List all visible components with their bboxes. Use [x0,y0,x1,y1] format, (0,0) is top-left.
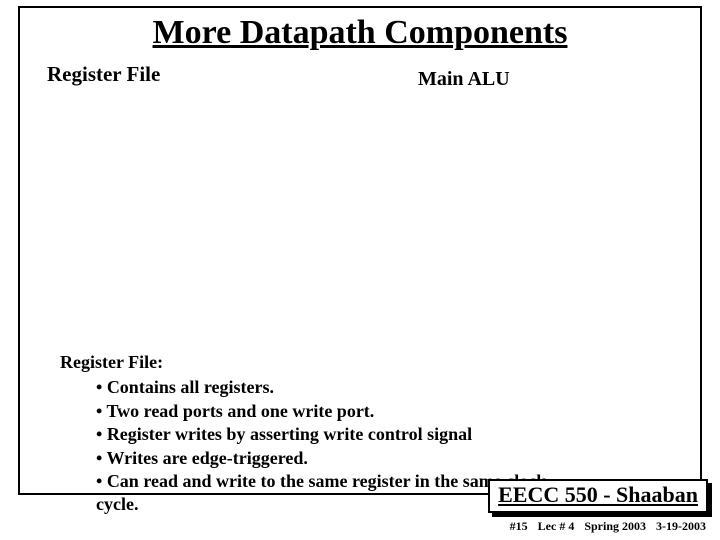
content-frame: More Datapath Components Register File M… [18,6,702,495]
slide-title: More Datapath Components [20,14,700,52]
list-item: Two read ports and one write port. [96,400,580,423]
term: Spring 2003 [584,519,646,534]
label-register-file: Register File [47,62,160,87]
date: 3-19-2003 [656,519,706,534]
list-item: Contains all registers. [96,376,580,399]
slide-number: #15 [510,519,528,534]
course-footer-box: EECC 550 - Shaaban [488,479,708,513]
list-item: Register writes by asserting write contr… [96,423,580,446]
notes-header: Register File: [60,351,580,374]
slide: More Datapath Components Register File M… [0,0,720,540]
list-item: Writes are edge-triggered. [96,447,580,470]
lecture-number: Lec # 4 [538,519,575,534]
label-main-alu: Main ALU [418,68,510,91]
footer-meta: #15 Lec # 4 Spring 2003 3-19-2003 [510,519,706,534]
